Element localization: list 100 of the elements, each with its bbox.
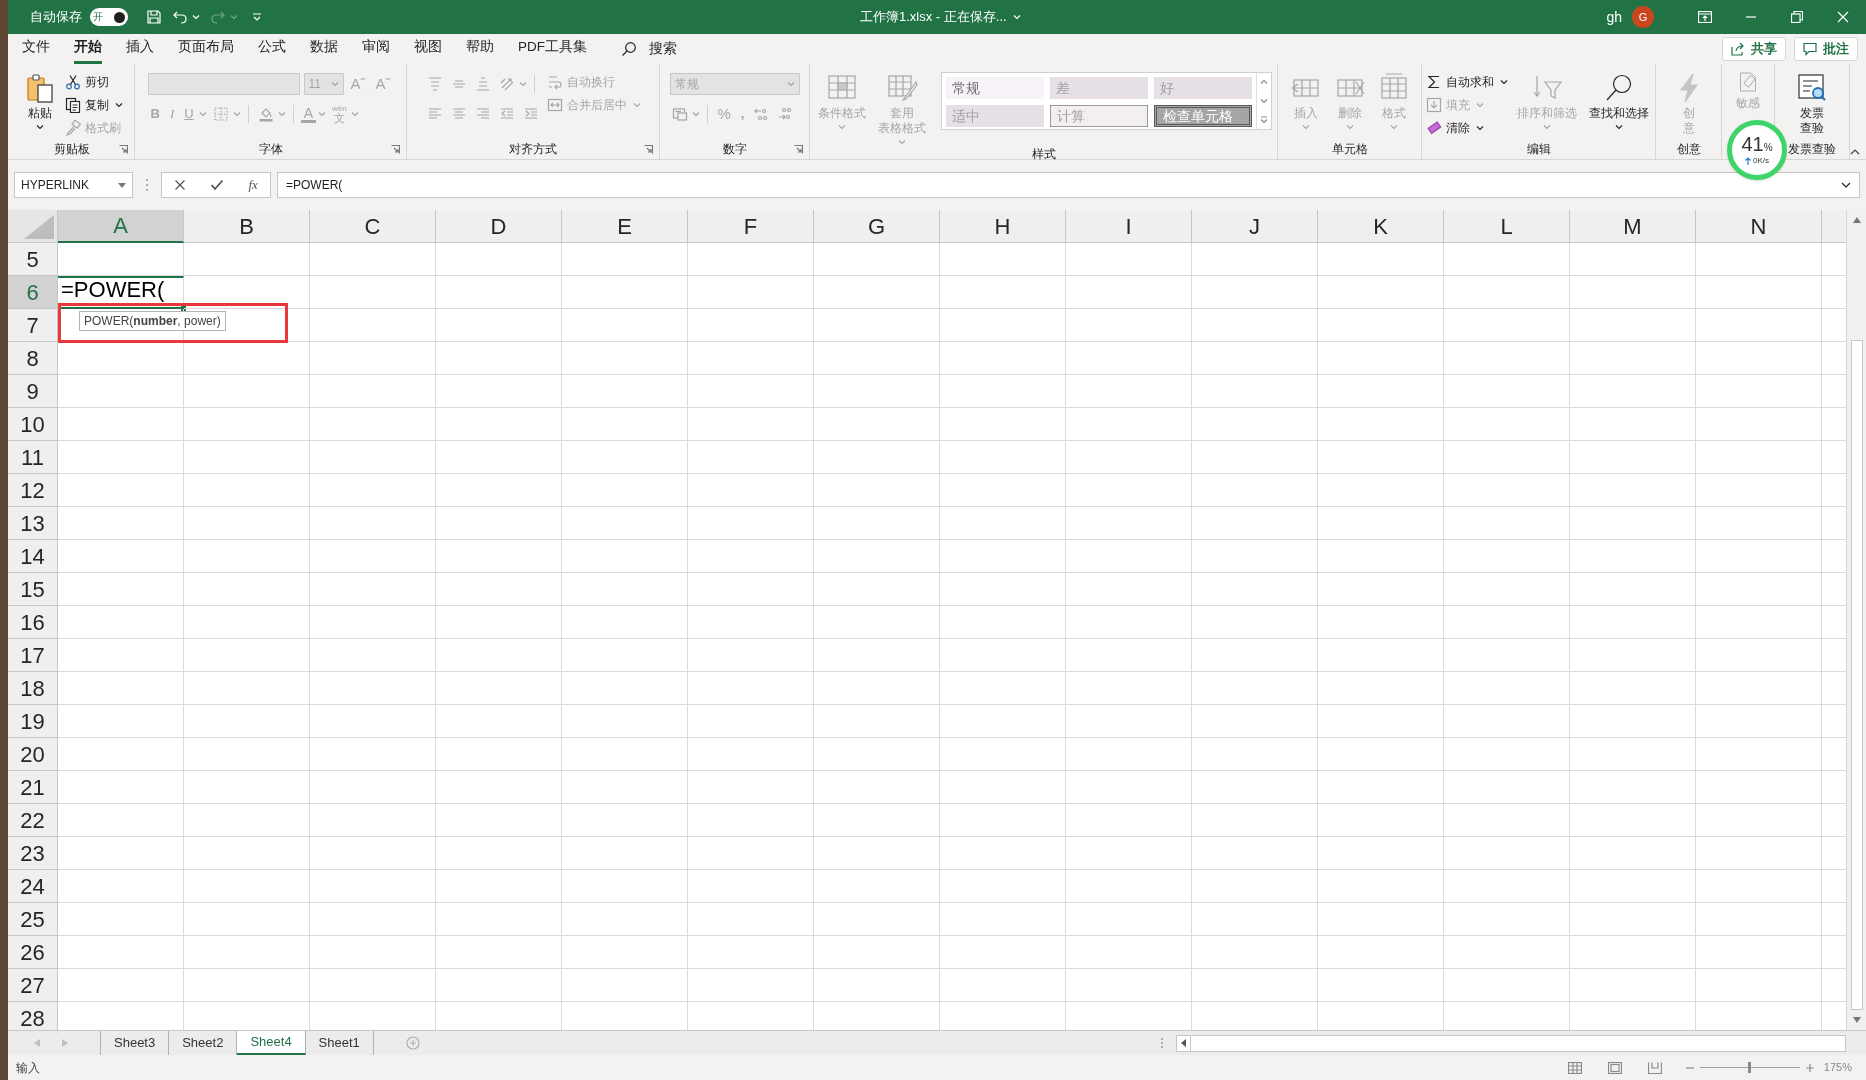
grid-cell[interactable]: [310, 441, 436, 474]
grid-cell[interactable]: [310, 738, 436, 771]
sheet-tab[interactable]: Sheet4: [237, 1031, 306, 1055]
grid-cell[interactable]: [814, 639, 940, 672]
grid-cell[interactable]: [1066, 309, 1192, 342]
grid-cell[interactable]: [436, 276, 562, 309]
row-header[interactable]: 23: [8, 837, 58, 870]
grid-cell[interactable]: [940, 705, 1066, 738]
grid-cell[interactable]: [940, 276, 1066, 309]
grid-cell[interactable]: [1192, 837, 1318, 870]
cell-editor[interactable]: =POWER(: [58, 276, 184, 309]
grid-cell[interactable]: [436, 540, 562, 573]
grid-cell[interactable]: [562, 309, 688, 342]
grid-cell[interactable]: [562, 771, 688, 804]
grid-cell[interactable]: [562, 936, 688, 969]
grid-cell[interactable]: [436, 573, 562, 606]
menu-tab[interactable]: 帮助: [466, 34, 494, 64]
grid-cell[interactable]: [1570, 507, 1696, 540]
ribbon-button[interactable]: 复制: [65, 94, 123, 116]
grid-cell[interactable]: [562, 606, 688, 639]
grid-cell[interactable]: [1444, 309, 1570, 342]
grid-cell[interactable]: [436, 837, 562, 870]
grid-cell[interactable]: [1570, 408, 1696, 441]
grid-cell[interactable]: [1444, 804, 1570, 837]
grid-cell[interactable]: [1570, 342, 1696, 375]
grid-cell[interactable]: [1318, 738, 1444, 771]
grid-cell[interactable]: [1570, 936, 1696, 969]
row-header[interactable]: 16: [8, 606, 58, 639]
grid-cell[interactable]: [562, 408, 688, 441]
grid-cell[interactable]: [1696, 441, 1822, 474]
cell-style-option[interactable]: 常规: [946, 77, 1044, 99]
grid-cell[interactable]: [1318, 936, 1444, 969]
grid-cell[interactable]: [814, 738, 940, 771]
grid-cell[interactable]: [310, 474, 436, 507]
grid-cell[interactable]: [310, 243, 436, 276]
grid-cell[interactable]: [184, 573, 310, 606]
grid-cell[interactable]: [1696, 540, 1822, 573]
ribbon-button[interactable]: 自动求和: [1425, 71, 1508, 93]
grid-cell[interactable]: [1444, 573, 1570, 606]
grid-cell[interactable]: [688, 606, 814, 639]
grid-cell[interactable]: [940, 903, 1066, 936]
column-header[interactable]: M: [1570, 210, 1696, 243]
row-header[interactable]: 13: [8, 507, 58, 540]
grid-cell[interactable]: [1696, 375, 1822, 408]
grid-cell[interactable]: [940, 639, 1066, 672]
grid-cell[interactable]: [562, 243, 688, 276]
grid-cell[interactable]: [1318, 639, 1444, 672]
grid-cell[interactable]: [562, 276, 688, 309]
grid-cell[interactable]: [814, 408, 940, 441]
menu-tab[interactable]: 插入: [126, 34, 154, 64]
grid-cell[interactable]: [1318, 342, 1444, 375]
grid-cell[interactable]: [184, 705, 310, 738]
grid-cell[interactable]: [1318, 804, 1444, 837]
share-button[interactable]: 共享: [1722, 37, 1786, 61]
grid-cell[interactable]: [184, 639, 310, 672]
grid-cell[interactable]: [688, 738, 814, 771]
grid-cell[interactable]: [814, 276, 940, 309]
grid-cell[interactable]: [1192, 540, 1318, 573]
menu-tab[interactable]: 视图: [414, 34, 442, 64]
grid-cell[interactable]: [310, 606, 436, 639]
column-header[interactable]: G: [814, 210, 940, 243]
insert-function-button[interactable]: fx: [248, 175, 258, 195]
grid-cell[interactable]: [1066, 342, 1192, 375]
grid-cell[interactable]: [940, 441, 1066, 474]
grid-cell[interactable]: [1444, 606, 1570, 639]
grid-cell[interactable]: [184, 936, 310, 969]
grid-cell[interactable]: [1192, 936, 1318, 969]
grid-cell[interactable]: [436, 309, 562, 342]
column-header[interactable]: H: [940, 210, 1066, 243]
grid-cell[interactable]: [814, 903, 940, 936]
grid-cell[interactable]: [1570, 705, 1696, 738]
comments-button[interactable]: 批注: [1794, 37, 1858, 61]
grid-cell[interactable]: [58, 771, 184, 804]
grid-cell[interactable]: [1318, 903, 1444, 936]
grid-cell[interactable]: [1192, 408, 1318, 441]
row-header[interactable]: 25: [8, 903, 58, 936]
grid-cell[interactable]: [1444, 738, 1570, 771]
grid-cell[interactable]: [1696, 804, 1822, 837]
grid-cell[interactable]: [310, 837, 436, 870]
grid-cell[interactable]: [940, 672, 1066, 705]
grid-cell[interactable]: [1696, 903, 1822, 936]
grid-cell[interactable]: [1192, 738, 1318, 771]
grid-cell[interactable]: [1318, 606, 1444, 639]
grid-cell[interactable]: [1570, 870, 1696, 903]
grid-cell[interactable]: [562, 375, 688, 408]
grid-cell[interactable]: [58, 573, 184, 606]
grid-cell[interactable]: [1066, 936, 1192, 969]
grid-cell[interactable]: [814, 507, 940, 540]
grid-cell[interactable]: [940, 243, 1066, 276]
grid-cell[interactable]: [940, 936, 1066, 969]
grid-cell[interactable]: [940, 870, 1066, 903]
grid-cell[interactable]: [1192, 903, 1318, 936]
grid-cell[interactable]: [1444, 507, 1570, 540]
grid-cell[interactable]: [1444, 672, 1570, 705]
grid-cell[interactable]: [184, 738, 310, 771]
grid-cell[interactable]: [1066, 243, 1192, 276]
grid-cell[interactable]: [1696, 342, 1822, 375]
grid-cell[interactable]: [562, 969, 688, 1002]
row-header[interactable]: 21: [8, 771, 58, 804]
grid-cell[interactable]: [436, 639, 562, 672]
